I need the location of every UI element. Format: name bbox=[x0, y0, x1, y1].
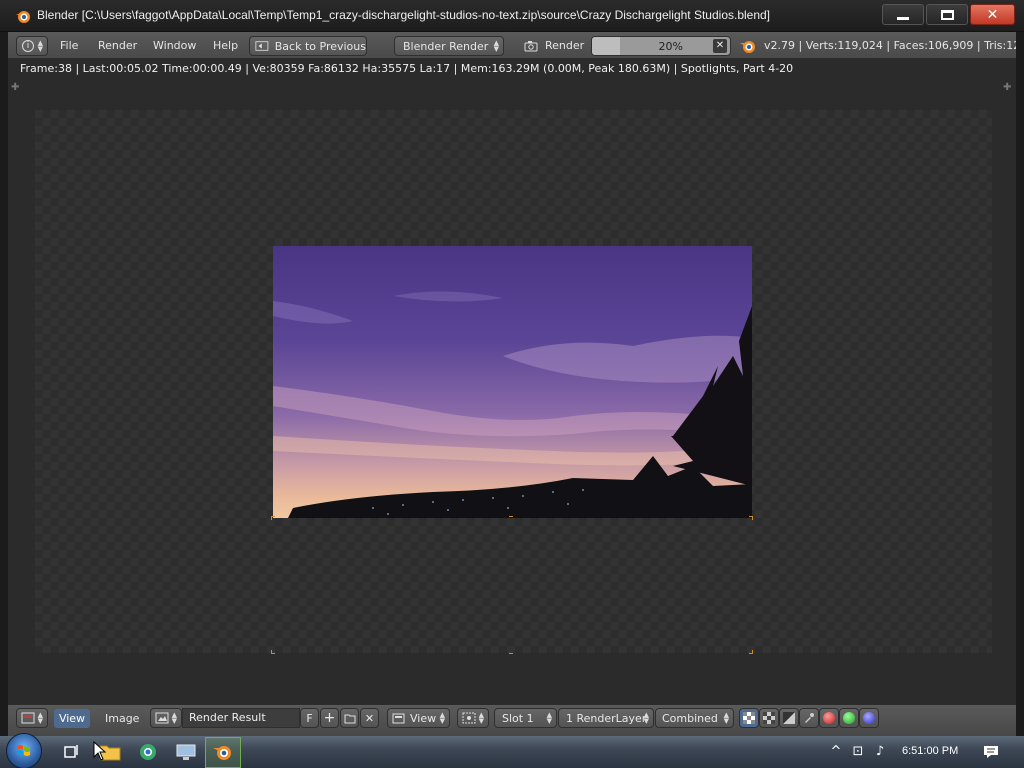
new-image-button[interactable]: + bbox=[320, 708, 339, 728]
crop-corner-marker bbox=[749, 516, 753, 520]
render-status-line: Frame:38 | Last:00:05.02 Time:00:00.49 |… bbox=[20, 62, 794, 75]
draw-z-buffer-button[interactable] bbox=[779, 708, 799, 728]
area-split-widget-icon[interactable]: ✚ bbox=[1003, 82, 1011, 93]
z-buffer-icon bbox=[783, 712, 795, 724]
dropdown-arrows-icon: ▲ ▼ bbox=[723, 711, 729, 725]
volume-icon[interactable]: ♪ bbox=[872, 744, 888, 760]
show-hidden-icons-icon[interactable]: ^ bbox=[828, 744, 844, 760]
crop-corner-marker bbox=[749, 650, 753, 654]
unlink-image-button[interactable]: ✕ bbox=[360, 708, 379, 728]
menu-view[interactable]: View bbox=[54, 709, 90, 728]
pivot-dropdown[interactable]: ▲ ▼ bbox=[457, 708, 489, 728]
mouse-cursor-icon bbox=[93, 741, 107, 761]
checker-icon bbox=[763, 712, 775, 724]
dropdown-arrows-icon: ▲ ▼ bbox=[493, 39, 499, 53]
pivot-icon bbox=[462, 712, 476, 724]
red-channel-icon bbox=[823, 712, 835, 724]
draw-alpha-only-button[interactable] bbox=[759, 708, 779, 728]
render-camera-icon bbox=[524, 41, 538, 52]
menu-image[interactable]: Image bbox=[105, 712, 139, 725]
menu-render[interactable]: Render bbox=[98, 39, 137, 52]
blue-channel-icon bbox=[863, 712, 875, 724]
task-view-icon[interactable] bbox=[60, 740, 84, 764]
plus-icon: + bbox=[323, 710, 336, 726]
blender-logo-icon bbox=[740, 41, 755, 53]
back-to-previous-button[interactable]: Back to Previous bbox=[249, 36, 367, 56]
crop-corner-marker bbox=[271, 516, 275, 520]
dropdown-arrows-icon: ▲ ▼ bbox=[546, 711, 552, 725]
image-editor-icon bbox=[21, 712, 35, 724]
crop-corner-marker bbox=[509, 516, 513, 520]
window-titlebar: Blender [C:\Users\faggot\AppData\Local\T… bbox=[0, 0, 1024, 32]
green-channel-button[interactable] bbox=[839, 708, 859, 728]
computer-icon[interactable] bbox=[174, 740, 198, 764]
menu-help[interactable]: Help bbox=[213, 39, 238, 52]
maximize-icon bbox=[940, 9, 954, 20]
view-mode-label: View bbox=[410, 711, 437, 725]
render-progress-text: 20% bbox=[658, 40, 683, 53]
area-split-widget-icon[interactable]: ✚ bbox=[11, 82, 19, 93]
back-to-previous-label: Back to Previous bbox=[274, 39, 366, 53]
view-mode-dropdown[interactable]: View ▲ ▼ bbox=[387, 708, 450, 728]
render-result-image bbox=[273, 246, 752, 518]
action-center-icon[interactable] bbox=[982, 744, 1000, 760]
window-frame-right bbox=[1016, 32, 1024, 736]
maximize-button[interactable] bbox=[926, 4, 968, 25]
taskbar-clock[interactable]: 6:51:00 PM bbox=[902, 745, 958, 757]
info-icon: i bbox=[22, 40, 34, 52]
menu-window[interactable]: Window bbox=[153, 39, 196, 52]
render-label: Render bbox=[545, 39, 585, 52]
view-mode-icon bbox=[392, 713, 405, 723]
image-browse-icon bbox=[155, 712, 169, 724]
dropdown-arrows-icon: ▲ ▼ bbox=[439, 711, 445, 725]
green-channel-icon bbox=[843, 712, 855, 724]
render-pass-dropdown[interactable]: Combined ▲ ▼ bbox=[655, 708, 734, 728]
blender-logo-icon bbox=[16, 11, 30, 23]
window-title: Blender [C:\Users\faggot\AppData\Local\T… bbox=[37, 8, 771, 22]
dropdown-arrows-icon: ▲ ▼ bbox=[37, 711, 43, 725]
blue-channel-button[interactable] bbox=[859, 708, 879, 728]
menu-file[interactable]: File bbox=[60, 39, 78, 52]
browse-image-button[interactable]: ▲ ▼ bbox=[150, 708, 182, 728]
image-name-field[interactable]: Render Result bbox=[182, 708, 300, 728]
window-frame-left bbox=[0, 32, 8, 736]
draw-image-alpha-button[interactable] bbox=[739, 708, 759, 728]
dropdown-arrows-icon: ▲ ▼ bbox=[171, 711, 177, 725]
dropdown-arrows-icon: ▲ ▼ bbox=[478, 711, 484, 725]
render-pass-label: Combined bbox=[662, 711, 718, 725]
folder-icon bbox=[344, 714, 355, 723]
back-icon bbox=[255, 41, 269, 51]
windows-logo-icon bbox=[17, 745, 30, 756]
editor-type-button[interactable]: i ▲ ▼ bbox=[16, 36, 48, 56]
dropdown-arrows-icon: ▲ ▼ bbox=[643, 711, 649, 725]
blender-logo-icon bbox=[213, 746, 231, 760]
minimize-icon bbox=[897, 17, 909, 20]
editor-type-button[interactable]: ▲ ▼ bbox=[16, 708, 48, 728]
crop-corner-marker bbox=[271, 650, 275, 654]
render-engine-label: Blender Render bbox=[403, 39, 489, 53]
cancel-render-button[interactable]: ✕ bbox=[713, 39, 727, 53]
eyedropper-icon bbox=[805, 713, 814, 723]
checker-alpha-icon bbox=[743, 712, 755, 724]
red-channel-button[interactable] bbox=[819, 708, 839, 728]
close-icon: ✕ bbox=[986, 6, 999, 23]
crop-corner-marker bbox=[509, 650, 513, 654]
minimize-button[interactable] bbox=[882, 4, 924, 25]
dropdown-arrows-icon: ▲ ▼ bbox=[37, 39, 43, 53]
slot-dropdown[interactable]: Slot 1 ▲ ▼ bbox=[494, 708, 557, 728]
fake-user-button[interactable]: F bbox=[300, 708, 319, 728]
scene-stats: v2.79 | Verts:119,024 | Faces:106,909 | … bbox=[764, 39, 1016, 52]
render-layer-dropdown[interactable]: 1 RenderLayer ▲ ▼ bbox=[558, 708, 654, 728]
close-button[interactable]: ✕ bbox=[970, 4, 1015, 25]
sample-tool-button[interactable] bbox=[799, 708, 819, 728]
render-progress-bar: 20% ✕ bbox=[591, 36, 731, 56]
network-icon[interactable]: ⊡ bbox=[850, 744, 866, 760]
render-layer-label: 1 RenderLayer bbox=[566, 711, 647, 725]
slot-label: Slot 1 bbox=[502, 711, 534, 725]
open-image-button[interactable] bbox=[340, 708, 359, 728]
render-engine-dropdown[interactable]: Blender Render ▲ ▼ bbox=[394, 36, 504, 56]
browser-icon[interactable] bbox=[136, 740, 160, 764]
x-icon: ✕ bbox=[364, 711, 375, 725]
